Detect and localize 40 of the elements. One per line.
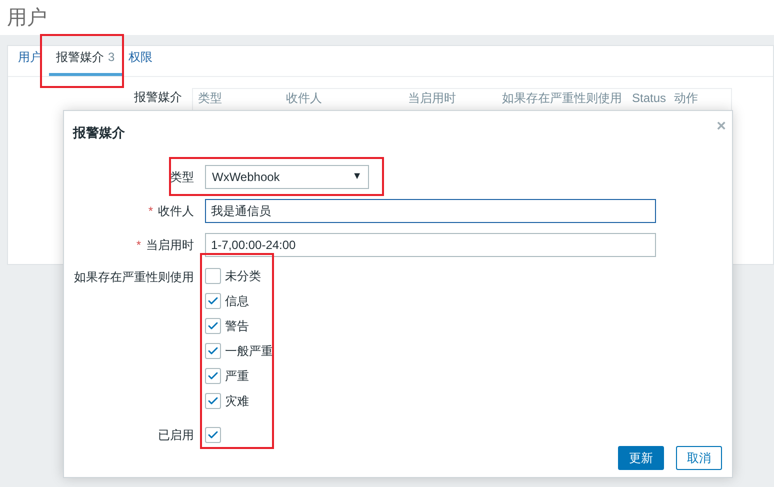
- check-icon: [207, 370, 219, 382]
- check-icon: [207, 428, 219, 440]
- check-icon: [207, 294, 219, 306]
- checkbox[interactable]: [205, 342, 221, 358]
- checkbox-label: 一般严重: [225, 342, 273, 360]
- checkbox-label: 未分类: [225, 268, 261, 284]
- field-label: * 收件人: [147, 202, 194, 220]
- tab[interactable]: 报警媒介 3: [49, 48, 122, 76]
- column-header: 当启用时: [408, 91, 457, 105]
- field-label: 如果存在严重性则使用: [74, 268, 194, 286]
- text-field[interactable]: 1-7,00:00-24:00: [205, 232, 656, 256]
- checkbox-label: 警告: [225, 318, 249, 334]
- checkbox-label: 灾难: [225, 392, 249, 410]
- field-label: 已启用: [157, 426, 194, 444]
- checkbox-label: 严重: [225, 368, 249, 384]
- tab[interactable]: 权限: [122, 48, 160, 76]
- page-title: 用户: [7, 6, 47, 30]
- check-icon: [207, 344, 219, 356]
- check-icon: [207, 394, 219, 406]
- checkbox[interactable]: [205, 292, 221, 308]
- update-button[interactable]: 更新: [618, 446, 664, 470]
- checkbox[interactable]: [205, 426, 221, 442]
- text-field[interactable]: 我是通信员: [205, 198, 656, 222]
- field-label: * 当启用时: [135, 236, 194, 254]
- column-header: 动作: [674, 91, 699, 105]
- checkbox[interactable]: [205, 368, 221, 384]
- field-label: 类型: [169, 168, 194, 186]
- checkbox[interactable]: [205, 392, 221, 408]
- checkbox-label: 信息: [225, 292, 249, 310]
- type-select[interactable]: WxWebhook ▼: [205, 164, 369, 188]
- dialog-title: 报警媒介: [73, 124, 125, 142]
- checkbox[interactable]: [205, 268, 221, 284]
- check-icon: [207, 320, 219, 332]
- cancel-button[interactable]: 取消: [676, 446, 722, 470]
- column-header: 收件人: [286, 91, 323, 105]
- column-header: 如果存在严重性则使用: [502, 91, 623, 105]
- column-header: 类型: [198, 91, 223, 105]
- column-header: Status: [632, 91, 668, 105]
- field-label: 报警媒介: [133, 89, 183, 104]
- checkbox[interactable]: [205, 318, 221, 334]
